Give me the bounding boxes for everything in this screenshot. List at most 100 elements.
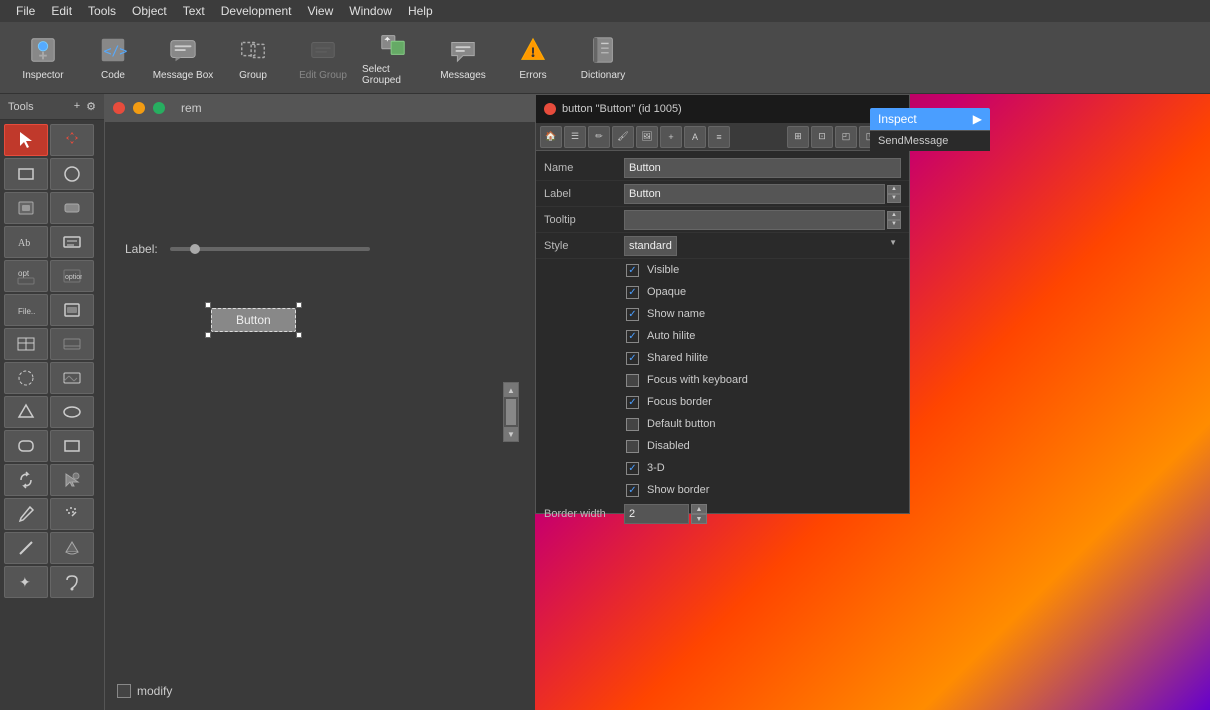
prop-label-step-up[interactable]: ▲ — [887, 185, 901, 194]
prop-tooltip-input[interactable] — [624, 210, 885, 230]
toolbar-select-grouped[interactable]: Select Grouped — [358, 26, 428, 90]
inspect-arrow-icon: ▶ — [973, 112, 982, 126]
prop-shared-hilite-checkbox[interactable] — [626, 352, 639, 365]
inspect-header[interactable]: Inspect ▶ — [870, 108, 990, 130]
prop-style-select[interactable]: standard default oval popup — [624, 236, 677, 256]
tool-player[interactable] — [50, 328, 94, 360]
prop-show-border-checkbox[interactable] — [626, 484, 639, 497]
props-tool-format[interactable]: ≡ — [708, 126, 730, 148]
stepper-up[interactable]: ▲ — [691, 504, 707, 514]
gear-icon[interactable]: ⚙ — [86, 100, 96, 113]
menu-object[interactable]: Object — [124, 2, 175, 20]
props-tool-icon3[interactable]: ◰ — [835, 126, 857, 148]
prop-label-input[interactable] — [624, 184, 885, 204]
tool-pencil[interactable] — [4, 498, 48, 530]
window-close-dot[interactable] — [113, 102, 125, 114]
canvas-slider[interactable] — [170, 247, 370, 251]
prop-auto-hilite-checkbox[interactable] — [626, 330, 639, 343]
menu-help[interactable]: Help — [400, 2, 441, 20]
toolbar-inspector[interactable]: Inspector — [8, 26, 78, 90]
menu-development[interactable]: Development — [213, 2, 300, 20]
prop-default-button-checkbox[interactable] — [626, 418, 639, 431]
canvas-scrollbar[interactable]: ▲ ▼ — [503, 382, 519, 442]
prop-tooltip-step-down[interactable]: ▼ — [887, 220, 901, 229]
tool-scrollbar2[interactable] — [50, 294, 94, 326]
props-tool-home[interactable]: 🏠 — [540, 126, 562, 148]
tool-line[interactable] — [4, 532, 48, 564]
tool-table[interactable] — [4, 328, 48, 360]
tool-bucket[interactable]: ✦ — [4, 566, 48, 598]
window-minimize-dot[interactable] — [133, 102, 145, 114]
canvas-title: rem — [181, 101, 202, 115]
modify-label: modify — [137, 684, 172, 698]
prop-border-width-input[interactable] — [624, 504, 689, 524]
toolbar-group[interactable]: Group — [218, 26, 288, 90]
prop-visible-checkbox[interactable] — [626, 264, 639, 277]
code-label: Code — [101, 70, 125, 81]
tool-roundrect2[interactable] — [4, 430, 48, 462]
props-tool-brush[interactable]: 🖌 — [612, 126, 634, 148]
inspector-label: Inspector — [22, 70, 63, 81]
tool-pointer[interactable] — [4, 124, 48, 156]
menu-view[interactable]: View — [299, 2, 341, 20]
toolbar-errors[interactable]: Errors — [498, 26, 568, 90]
menu-text[interactable]: Text — [175, 2, 213, 20]
props-tool-icon2[interactable]: ⊡ — [811, 126, 833, 148]
tool-polygon[interactable] — [4, 396, 48, 428]
tool-move[interactable] — [50, 124, 94, 156]
stepper-down[interactable]: ▼ — [691, 514, 707, 524]
toolbar-dictionary[interactable]: Dictionary — [568, 26, 638, 90]
prop-show-name-checkbox[interactable] — [626, 308, 639, 321]
prop-3d-checkbox[interactable] — [626, 462, 639, 475]
tool-list[interactable]: opt — [4, 260, 48, 292]
props-tool-image[interactable]: 🖼 — [636, 126, 658, 148]
tool-scrollbar[interactable] — [4, 192, 48, 224]
prop-opaque-checkbox[interactable] — [626, 286, 639, 299]
prop-label-step-down[interactable]: ▼ — [887, 194, 901, 203]
prop-name-input[interactable] — [624, 158, 901, 178]
toolbar-code[interactable]: </> Code — [78, 26, 148, 90]
tool-fill[interactable] — [50, 532, 94, 564]
canvas-button[interactable]: Button — [211, 308, 296, 332]
menu-file[interactable]: File — [8, 2, 43, 20]
scrollbar-up[interactable]: ▲ — [504, 383, 518, 397]
modify-row: modify — [117, 684, 172, 698]
tool-file[interactable]: File... — [4, 294, 48, 326]
menu-tools[interactable]: Tools — [80, 2, 124, 20]
prop-focus-border-checkbox[interactable] — [626, 396, 639, 409]
menu-window[interactable]: Window — [341, 2, 400, 20]
window-zoom-dot[interactable] — [153, 102, 165, 114]
props-tool-font[interactable]: A — [684, 126, 706, 148]
add-tool-icon[interactable]: + — [74, 100, 80, 113]
canvas-content[interactable]: Label: Button ▲ ▼ modify — [105, 122, 535, 710]
props-tool-edit[interactable]: ✏ — [588, 126, 610, 148]
prop-focus-keyboard-label: Focus with keyboard — [647, 374, 748, 386]
toolbar-message-box[interactable]: Message Box — [148, 26, 218, 90]
tool-ellipse[interactable] — [50, 396, 94, 428]
toolbar-messages[interactable]: Messages — [428, 26, 498, 90]
tool-roundrect[interactable] — [50, 158, 94, 190]
tool-extra[interactable] — [50, 566, 94, 598]
scrollbar-down[interactable]: ▼ — [504, 427, 518, 441]
modify-checkbox[interactable] — [117, 684, 131, 698]
tool-spray[interactable] — [50, 498, 94, 530]
tool-image[interactable] — [50, 362, 94, 394]
props-tool-list[interactable]: ☰ — [564, 126, 586, 148]
tool-rotate[interactable] — [4, 464, 48, 496]
menu-edit[interactable]: Edit — [43, 2, 80, 20]
tool-rect2[interactable] — [50, 430, 94, 462]
props-tool-icon1[interactable]: ⊞ — [787, 126, 809, 148]
props-close-dot[interactable] — [544, 103, 556, 115]
tool-button[interactable] — [50, 192, 94, 224]
prop-disabled-checkbox[interactable] — [626, 440, 639, 453]
inspect-send-message[interactable]: SendMessage — [870, 130, 990, 151]
props-tool-add[interactable]: + — [660, 126, 682, 148]
prop-focus-keyboard-checkbox[interactable] — [626, 374, 639, 387]
tool-rectangle[interactable] — [4, 158, 48, 190]
prop-tooltip-step-up[interactable]: ▲ — [887, 211, 901, 220]
tool-graphic[interactable] — [4, 362, 48, 394]
tool-label[interactable]: Ab — [4, 226, 48, 258]
tool-field[interactable] — [50, 226, 94, 258]
tool-menu[interactable]: option — [50, 260, 94, 292]
tool-reflect[interactable] — [50, 464, 94, 496]
